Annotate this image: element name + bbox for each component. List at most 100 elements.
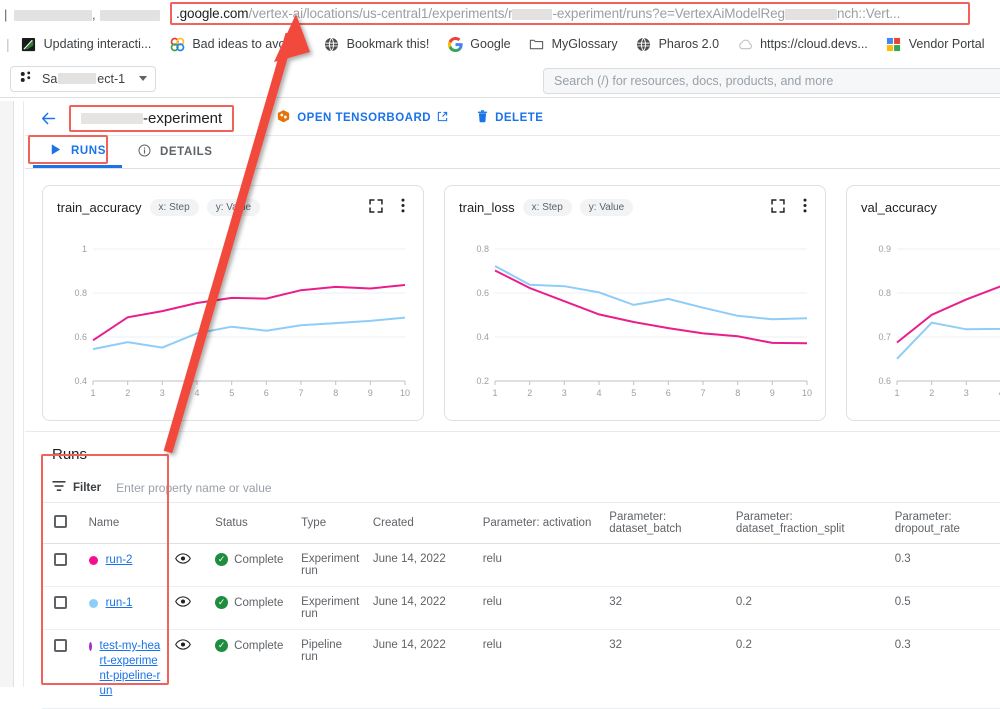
cloud-icon — [737, 36, 753, 52]
chart-svg-train-accuracy: 1 0.8 0.6 0.4 12 34 56 78 910 — [43, 228, 424, 413]
svg-text:1: 1 — [894, 388, 899, 398]
chart-plot-area: 1 0.8 0.6 0.4 12 34 56 78 910 — [43, 228, 423, 413]
column-header-type[interactable]: Type — [295, 503, 367, 544]
status-complete-icon: ✓ — [215, 639, 228, 652]
chart-x-axis-chip[interactable]: x: Step — [150, 199, 199, 216]
row-dropout-rate-cell: 0.3 — [889, 544, 1000, 587]
bookmark-label: Google — [470, 37, 510, 51]
fullscreen-icon[interactable] — [369, 199, 383, 216]
filter-label: Filter — [73, 482, 101, 494]
delete-button[interactable]: DELETE — [462, 110, 557, 126]
svg-text:1: 1 — [90, 388, 95, 398]
feather-icon — [21, 36, 37, 52]
bookmark-item[interactable]: Bad ideas to avoid... — [160, 32, 314, 56]
runs-panel-title: Runs — [42, 432, 1000, 473]
run-color-dot — [89, 642, 92, 651]
filter-row[interactable]: Filter Enter property name or value — [42, 473, 1000, 503]
chart-y-axis-chip[interactable]: y: Value — [580, 199, 633, 216]
left-nav-rail[interactable] — [0, 101, 14, 687]
more-vert-icon[interactable] — [803, 198, 807, 216]
row-visibility-cell[interactable] — [169, 544, 210, 587]
row-checkbox[interactable] — [54, 553, 67, 566]
page-title: -experiment — [69, 105, 234, 132]
svg-text:10: 10 — [802, 388, 812, 398]
bookmark-item[interactable]: Updating interacti... — [12, 32, 161, 56]
chart-title: train_accuracy — [57, 200, 142, 215]
run-name-link[interactable]: test-my-heart-experiment-pipeline-run — [100, 639, 163, 699]
column-header-param-dataset-fraction-split[interactable]: Parameter: dataset_fraction_split — [730, 503, 889, 544]
tab-runs[interactable]: RUNS — [33, 136, 122, 168]
row-type-cell: Experiment run — [295, 587, 367, 630]
select-all-checkbox[interactable] — [54, 515, 67, 528]
project-name: Saect-1 — [42, 72, 125, 86]
row-visibility-cell[interactable] — [169, 630, 210, 709]
eye-icon[interactable] — [175, 598, 191, 610]
svg-text:2: 2 — [929, 388, 934, 398]
back-button[interactable] — [33, 110, 63, 127]
bookmark-item[interactable]: Google — [438, 32, 519, 56]
status-label: Complete — [234, 597, 283, 609]
chart-card-train-accuracy[interactable]: train_accuracy x: Step y: Value — [42, 185, 424, 421]
column-header-param-dataset-batch[interactable]: Parameter: dataset_batch — [603, 503, 730, 544]
eye-icon[interactable] — [175, 555, 191, 567]
row-checkbox[interactable] — [54, 596, 67, 609]
row-select-cell[interactable] — [42, 587, 83, 630]
status-complete-icon: ✓ — [215, 553, 228, 566]
chart-title: train_loss — [459, 200, 515, 215]
run-name-link[interactable]: run-2 — [106, 553, 133, 568]
svg-text:5: 5 — [229, 388, 234, 398]
svg-text:3: 3 — [964, 388, 969, 398]
chart-x-axis-chip[interactable]: x: Step — [523, 199, 572, 216]
global-search-input[interactable]: Search (/) for resources, docs, products… — [543, 68, 1000, 94]
row-name-cell[interactable]: run-2 — [83, 544, 169, 587]
column-header-name[interactable]: Name — [83, 503, 169, 544]
column-header-param-dropout-rate[interactable]: Parameter: dropout_rate — [889, 503, 1000, 544]
more-vert-icon[interactable] — [401, 198, 405, 216]
chart-card-train-loss[interactable]: train_loss x: Step y: Value — [444, 185, 826, 421]
bookmark-item[interactable]: Pharos 2.0 — [627, 32, 728, 56]
svg-text:0.7: 0.7 — [878, 332, 891, 342]
global-search-placeholder: Search (/) for resources, docs, products… — [554, 74, 833, 88]
row-type-cell: Pipeline run — [295, 630, 367, 709]
row-status-cell: ✓ Complete — [209, 630, 295, 709]
table-row[interactable]: run-2 ✓ Complete Experiment — [42, 544, 1000, 587]
chart-header: val_accuracy — [847, 186, 1000, 228]
bookmark-item[interactable]: https://cloud.devs... — [728, 32, 877, 56]
tab-bar: RUNS DETAILS — [25, 136, 1000, 169]
row-dataset-fraction-split-cell: 0.2 — [730, 587, 889, 630]
column-header-status[interactable]: Status — [209, 503, 295, 544]
colorful-knot-icon — [169, 36, 185, 52]
table-row[interactable]: run-1 ✓ Complete Experiment — [42, 587, 1000, 630]
address-bar[interactable]: .google.com/vertex-ai/locations/us-centr… — [170, 2, 970, 25]
row-name-cell[interactable]: run-1 — [83, 587, 169, 630]
bookmark-label: Bookmark this! — [347, 37, 430, 51]
table-header-row: Name Status Type Created Parameter: acti… — [42, 503, 1000, 544]
row-select-cell[interactable] — [42, 630, 83, 709]
left-nav-rail-secondary — [15, 101, 24, 687]
tab-details[interactable]: DETAILS — [122, 136, 229, 168]
row-select-cell[interactable] — [42, 544, 83, 587]
chevron-down-icon[interactable] — [139, 76, 147, 81]
eye-icon[interactable] — [175, 641, 191, 653]
chart-card-val-accuracy[interactable]: val_accuracy 0.9 — [846, 185, 1000, 421]
project-selector[interactable]: Saect-1 — [10, 66, 156, 92]
open-tensorboard-button[interactable]: OPEN TENSORBOARD — [262, 109, 462, 127]
fullscreen-icon[interactable] — [771, 199, 785, 216]
row-name-cell[interactable]: test-my-heart-experiment-pipeline-run — [83, 630, 169, 709]
select-all-header[interactable] — [42, 503, 83, 544]
bookmark-item[interactable]: Bookmark this! — [315, 32, 439, 56]
column-header-param-activation[interactable]: Parameter: activation — [477, 503, 604, 544]
table-row[interactable]: test-my-heart-experiment-pipeline-run ✓ … — [42, 630, 1000, 709]
filter-input[interactable]: Enter property name or value — [116, 481, 271, 495]
row-checkbox[interactable] — [54, 639, 67, 652]
bookmark-item[interactable]: Vendor Portal — [877, 32, 994, 56]
row-status-cell: ✓ Complete — [209, 544, 295, 587]
row-visibility-cell[interactable] — [169, 587, 210, 630]
run-name-link[interactable]: run-1 — [106, 596, 133, 611]
chart-y-axis-chip[interactable]: y: Value — [207, 199, 260, 216]
page-toolbar: -experiment OPEN TENSORBOARD DELETE — [25, 101, 1000, 136]
svg-text:8: 8 — [333, 388, 338, 398]
column-header-created[interactable]: Created — [367, 503, 477, 544]
bookmark-label: Bad ideas to avoid... — [192, 37, 305, 51]
bookmark-item[interactable]: MyGlossary — [520, 32, 627, 56]
